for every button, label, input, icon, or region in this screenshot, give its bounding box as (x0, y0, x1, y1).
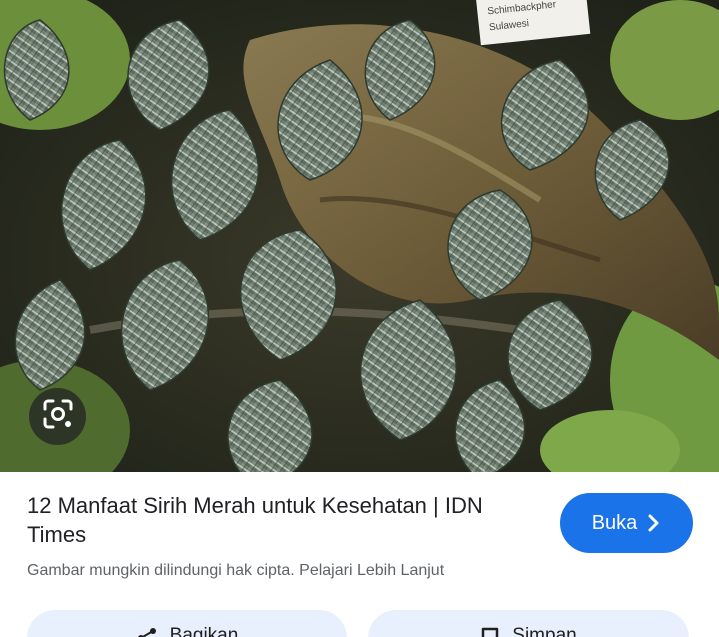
open-button-label: Buka (591, 511, 638, 534)
learn-more-link[interactable]: Pelajari Lebih Lanjut (299, 562, 444, 579)
share-button[interactable]: Bagikan (27, 610, 347, 637)
save-label: Simpan (512, 625, 577, 637)
copyright-text: Gambar mungkin dilindungi hak cipta. (27, 562, 295, 579)
plant-photo: Schimbackpher Sulawesi (0, 0, 719, 472)
lens-icon (42, 398, 74, 435)
bookmark-icon (480, 627, 500, 637)
share-label: Bagikan (169, 625, 239, 637)
lens-button[interactable] (29, 388, 86, 445)
result-title[interactable]: 12 Manfaat Sirih Merah untuk Kesehatan |… (27, 491, 537, 549)
save-button[interactable]: Simpan (368, 610, 689, 637)
chevron-right-icon (647, 514, 661, 532)
open-button[interactable]: Buka (560, 493, 693, 553)
share-icon (136, 627, 158, 637)
result-image[interactable]: Schimbackpher Sulawesi (0, 0, 719, 472)
copyright-notice: Gambar mungkin dilindungi hak cipta. Pel… (27, 561, 547, 581)
